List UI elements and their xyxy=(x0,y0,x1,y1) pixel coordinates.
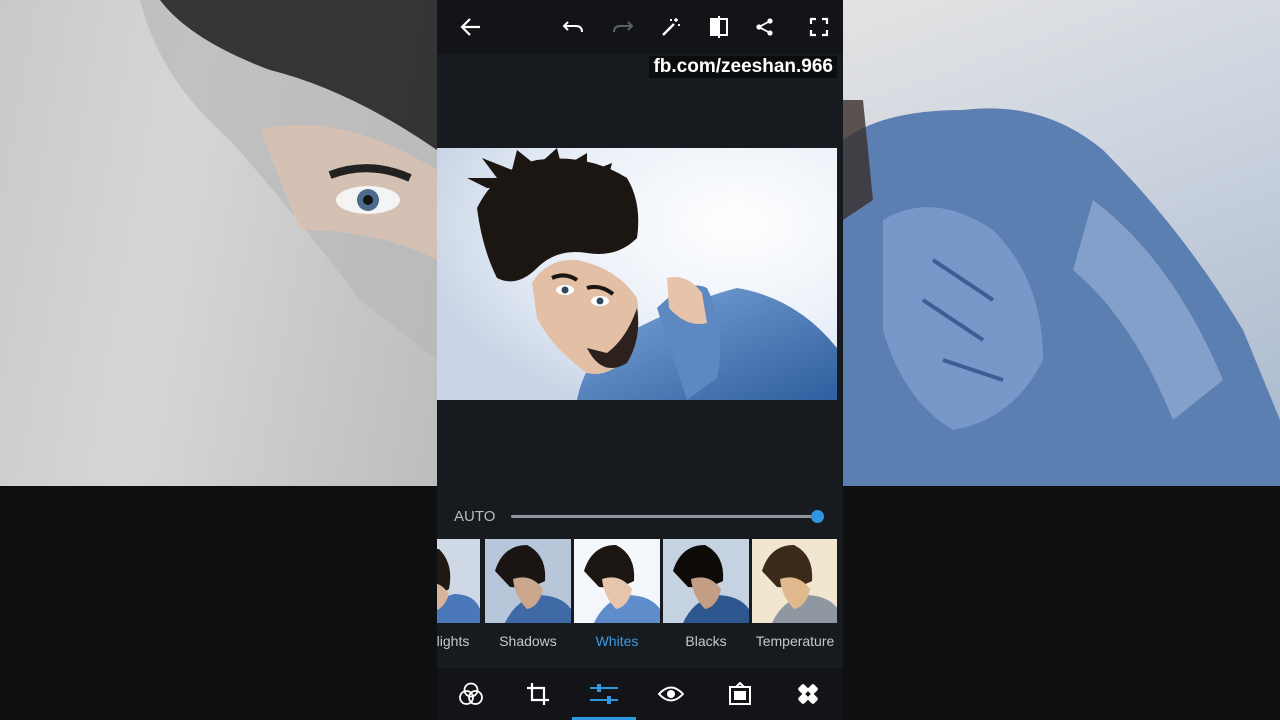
filter-label-blacks[interactable]: Blacks xyxy=(661,633,751,649)
background-dark-right xyxy=(843,486,1280,720)
heal-icon[interactable] xyxy=(793,680,823,708)
eye-icon[interactable] xyxy=(656,680,686,708)
frame-icon[interactable] xyxy=(725,680,755,708)
top-toolbar xyxy=(437,0,843,54)
back-arrow-icon[interactable] xyxy=(456,12,486,42)
filter-thumbnail-highlights[interactable] xyxy=(437,539,480,623)
adjust-slider-thumb[interactable] xyxy=(811,510,824,523)
auto-button[interactable]: AUTO xyxy=(454,508,495,525)
adjust-slider-track[interactable] xyxy=(511,510,824,523)
looks-icon[interactable] xyxy=(456,680,486,708)
editor-app: fb.com/zeeshan.966 AUTO lights Shadows W… xyxy=(437,0,843,720)
filter-label-shadows[interactable]: Shadows xyxy=(483,633,573,649)
adjust-slider-row: AUTO xyxy=(437,500,837,534)
crop-icon[interactable] xyxy=(523,680,553,708)
edited-photo[interactable] xyxy=(437,148,837,400)
bottom-toolbar xyxy=(437,668,843,720)
filter-thumbnail-whites[interactable] xyxy=(574,539,660,623)
filter-label-temperature[interactable]: Temperature xyxy=(750,633,837,649)
compare-icon[interactable] xyxy=(704,12,734,42)
background-blur-right xyxy=(843,0,1280,486)
filter-label-whites[interactable]: Whites xyxy=(572,633,662,649)
redo-icon[interactable] xyxy=(608,12,638,42)
share-icon[interactable] xyxy=(750,12,780,42)
adjustment-strip: lights Shadows Whites Blacks Temperature xyxy=(437,537,837,667)
filter-thumbnail-blacks[interactable] xyxy=(663,539,749,623)
magic-wand-icon[interactable] xyxy=(656,12,686,42)
undo-icon[interactable] xyxy=(558,12,588,42)
watermark-text: fb.com/zeeshan.966 xyxy=(649,56,837,78)
adjust-slider-fill xyxy=(511,515,817,518)
adjustments-icon[interactable] xyxy=(589,680,619,708)
fullscreen-icon[interactable] xyxy=(804,12,834,42)
background-blur-left xyxy=(0,0,437,486)
filter-thumbnail-temperature[interactable] xyxy=(752,539,837,623)
background-dark-left xyxy=(0,486,437,720)
filter-thumbnail-shadows[interactable] xyxy=(485,539,571,623)
